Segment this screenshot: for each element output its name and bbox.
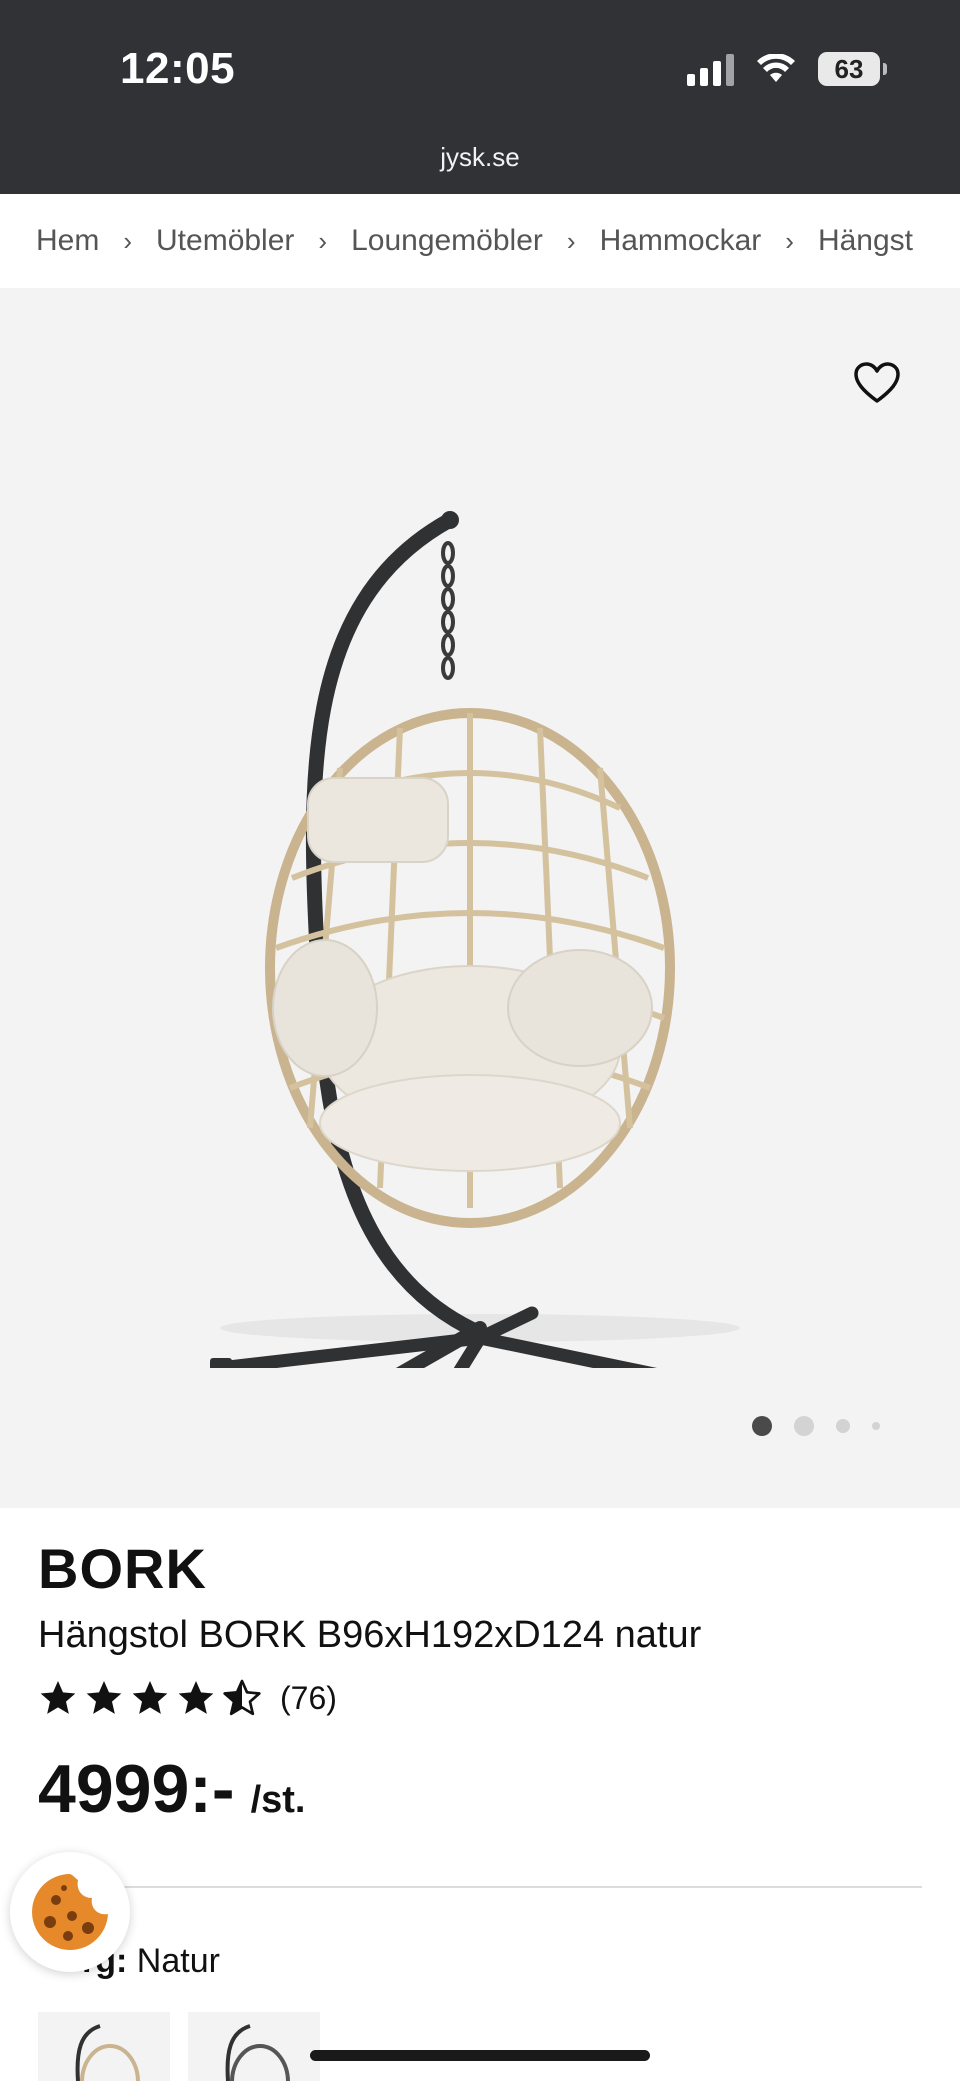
carousel-dot[interactable]	[836, 1419, 850, 1433]
breadcrumb-item-loungemobler[interactable]: Loungemöbler	[351, 224, 543, 258]
cookie-icon	[32, 1874, 109, 1950]
heart-icon[interactable]	[854, 362, 900, 404]
breadcrumb-item-hammockar[interactable]: Hammockar	[600, 224, 762, 258]
browser-top-bar: 12:05 63 jysk.se	[0, 0, 960, 194]
price-value: 4999:-	[38, 1751, 235, 1827]
status-time: 12:05	[120, 44, 236, 93]
chevron-right-icon: ›	[566, 225, 576, 256]
product-image-gallery[interactable]	[0, 288, 960, 1508]
cookie-settings-button[interactable]	[10, 1852, 130, 1972]
star-full-icon	[132, 1681, 168, 1714]
chevron-right-icon: ›	[318, 225, 328, 256]
wifi-icon	[757, 54, 795, 82]
product-image	[210, 511, 740, 1368]
star-half-icon	[223, 1679, 261, 1716]
variant-thumbnail-gra[interactable]	[188, 2012, 320, 2081]
battery-icon: 63	[818, 52, 887, 86]
signal-icon	[687, 52, 734, 86]
thumbnail-chair-image	[225, 2024, 290, 2081]
star-full-icon	[40, 1681, 76, 1714]
carousel-dot[interactable]	[872, 1422, 880, 1430]
product-rating[interactable]: (76)	[38, 1678, 337, 1718]
chevron-right-icon: ›	[785, 225, 794, 256]
section-divider	[38, 1886, 922, 1888]
carousel-dots	[752, 1416, 880, 1436]
breadcrumb: Hem › Utemöbler › Loungemöbler › Hammock…	[0, 194, 960, 288]
star-full-icon	[178, 1681, 214, 1714]
variant-thumbnail-natur[interactable]	[38, 2012, 170, 2081]
home-indicator[interactable]	[310, 2050, 650, 2061]
status-icons: 63	[687, 52, 887, 86]
color-value: Natur	[136, 1942, 220, 1980]
product-brand: BORK	[38, 1537, 207, 1600]
carousel-dot[interactable]	[794, 1416, 814, 1436]
carousel-dot-active[interactable]	[752, 1416, 772, 1436]
product-title: Hängstol BORK B96xH192xD124 natur	[38, 1614, 702, 1656]
review-count[interactable]: (76)	[280, 1680, 337, 1717]
breadcrumb-item-hangstol[interactable]: Hängst	[818, 224, 913, 258]
chevron-right-icon: ›	[123, 225, 133, 256]
breadcrumb-item-utemobler[interactable]: Utemöbler	[156, 224, 294, 258]
breadcrumb-item-hem[interactable]: Hem	[36, 224, 99, 258]
thumbnail-chair-image	[75, 2024, 140, 2081]
url-bar[interactable]: jysk.se	[0, 142, 960, 173]
price-unit: /st.	[250, 1779, 306, 1821]
product-price: 4999:- /st.	[38, 1750, 305, 1828]
star-full-icon	[86, 1681, 122, 1714]
